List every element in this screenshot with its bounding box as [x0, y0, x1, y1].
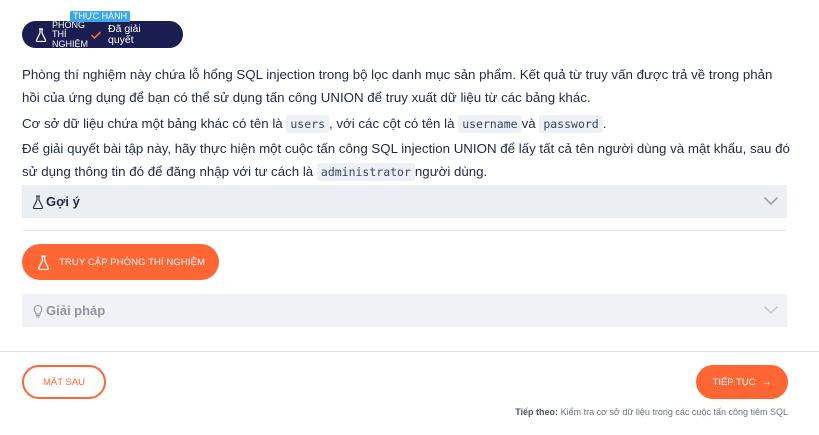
continue-button[interactable]: TIẾP TỤC →: [696, 365, 788, 399]
badge-status: Đã giải quyết: [108, 22, 141, 46]
check-icon: [91, 31, 101, 39]
text: và: [521, 116, 540, 131]
badge-type: PHÒNG THÍ NGHIỆM: [52, 19, 88, 49]
continue-label: TIẾP TỤC: [712, 376, 756, 388]
lightbulb-icon: [33, 304, 43, 318]
code-username: username: [458, 115, 522, 133]
code-administrator: administrator: [316, 163, 415, 181]
back-button[interactable]: MẶT SAU: [22, 365, 106, 399]
code-password: password: [539, 115, 603, 133]
footer-divider: [0, 351, 819, 352]
divider: [22, 230, 787, 231]
hint-label: Gợi ý: [46, 194, 80, 209]
text: , với các cột có tên là: [329, 116, 459, 131]
hint-accordion[interactable]: Gợi ý: [22, 185, 787, 218]
flask-icon: [37, 254, 50, 270]
flask-icon: [32, 194, 44, 209]
access-lab-label: TRUY CẬP PHÒNG THÍ NGHIỆM: [59, 256, 206, 268]
next-lesson-hint[interactable]: Tiếp theo: Kiểm tra cơ sở dữ liệu trong …: [515, 407, 788, 417]
next-prefix: Tiếp theo:: [515, 407, 559, 417]
chevron-down-icon[interactable]: [763, 302, 779, 318]
next-title: Kiểm tra cơ sở dữ liệu trong các cuộc tấ…: [560, 407, 788, 417]
solution-label: Giải pháp: [46, 303, 106, 318]
badge-tag: THỰC HÀNH: [70, 11, 131, 22]
text: người dùng.: [414, 164, 488, 179]
description-paragraph: Phòng thí nghiệm này chứa lỗ hổng SQL in…: [22, 67, 773, 105]
code-users: users: [286, 115, 329, 133]
text: Cơ sở dữ liệu chứa một bảng khác có tên …: [22, 116, 287, 131]
access-lab-button[interactable]: TRUY CẬP PHÒNG THÍ NGHIỆM: [22, 244, 219, 280]
goal-paragraph: Để giải quyết bài tập này, hãy thực hiện…: [22, 137, 792, 184]
solution-accordion[interactable]: Giải pháp: [22, 294, 787, 327]
flask-icon: [35, 27, 47, 42]
badge-pill: PHÒNG THÍ NGHIỆM Đã giải quyết: [22, 19, 183, 49]
arrow-right-icon: →: [761, 376, 772, 388]
chevron-down-icon[interactable]: [763, 193, 779, 209]
database-paragraph: Cơ sở dữ liệu chứa một bảng khác có tên …: [22, 112, 792, 136]
text: .: [602, 116, 607, 131]
